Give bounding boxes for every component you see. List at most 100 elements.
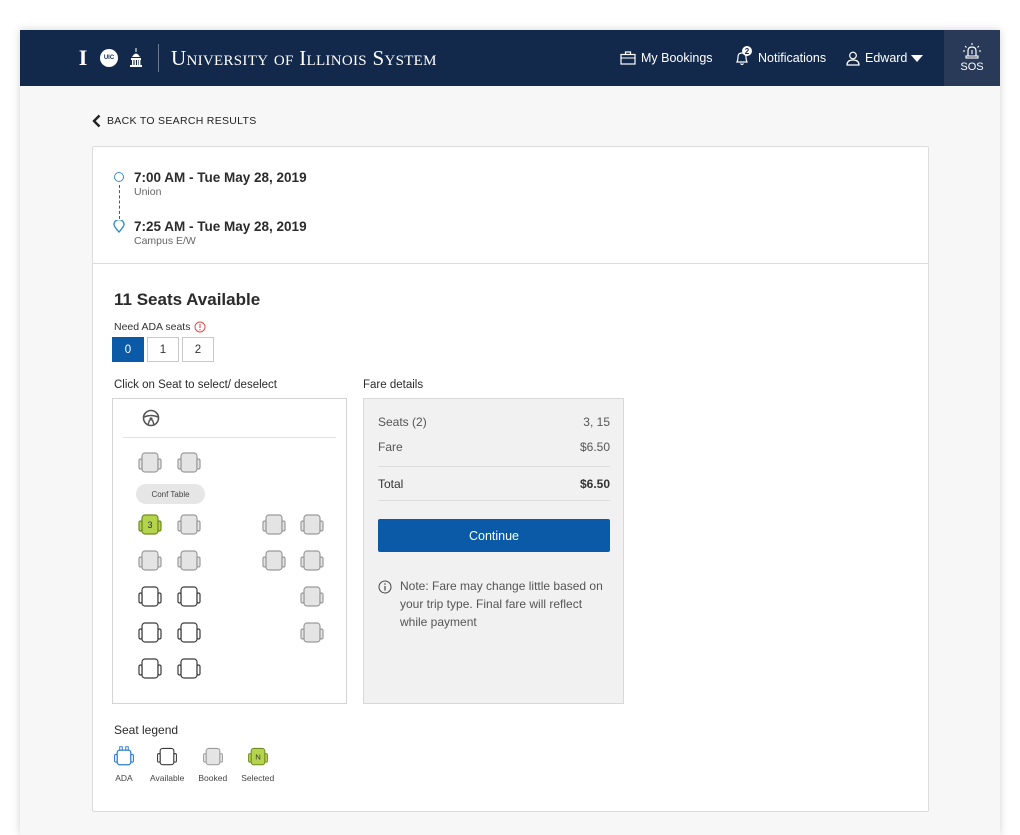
sos-button[interactable]: SOS <box>944 30 1000 86</box>
ada-option-1[interactable]: 1 <box>147 337 179 362</box>
fare-seats-label: Seats (2) <box>378 415 427 429</box>
app-window: I UIC University of Illinois System My B… <box>20 30 1000 835</box>
available-seat[interactable] <box>136 583 164 611</box>
info-alert-icon[interactable] <box>194 321 206 333</box>
seat-icon <box>138 550 162 571</box>
available-seat[interactable] <box>136 619 164 647</box>
selected-seat[interactable]: 3 <box>136 511 164 539</box>
user-name: Edward <box>865 51 908 65</box>
origin-circle-icon <box>114 172 124 182</box>
continue-button[interactable]: Continue <box>378 519 610 552</box>
selected-seat-letter: N <box>255 753 261 762</box>
selected-seat-icon: N <box>247 747 268 766</box>
uic-logo-icon: UIC <box>100 49 118 67</box>
legend-selected-label: Selected <box>241 773 275 783</box>
seat-icon <box>138 658 162 679</box>
booked-seat <box>298 583 326 611</box>
seat-icon <box>300 622 324 643</box>
available-seat[interactable] <box>136 655 164 683</box>
booking-card: 7:00 AM - Tue May 28, 2019 Union 7:25 AM… <box>92 146 929 812</box>
booked-seat <box>175 449 203 477</box>
seat-icon <box>138 452 162 473</box>
info-icon <box>378 580 392 594</box>
departure-place: Union <box>134 186 162 198</box>
legend-ada: ADA <box>112 745 136 783</box>
notifications-label: Notifications <box>758 51 827 65</box>
seat-map: Conf Table 3 <box>112 398 347 704</box>
destination-pin-icon <box>113 220 125 233</box>
sos-label: SOS <box>960 61 984 73</box>
booked-seat <box>260 547 288 575</box>
seat-legend-heading: Seat legend <box>114 723 179 737</box>
selected-seat-number: 3 <box>147 520 153 530</box>
fare-total-label: Total <box>378 477 404 491</box>
booked-seat <box>136 547 164 575</box>
notification-bell: 2 <box>734 46 755 66</box>
user-icon <box>846 51 860 66</box>
route-dotted-line <box>118 185 120 219</box>
fare-total-row: Total $6.50 <box>378 477 610 491</box>
user-menu[interactable]: Edward <box>846 30 924 86</box>
brand[interactable]: I UIC University of Illinois System <box>76 30 437 86</box>
legend-available-label: Available <box>150 773 185 783</box>
ada-option-0[interactable]: 0 <box>112 337 144 362</box>
seat-icon <box>300 550 324 571</box>
fare-total-value: $6.50 <box>579 477 610 491</box>
fare-details-panel: Seats (2) 3, 15 Fare $6.50 Total $6.50 C… <box>363 398 624 704</box>
legend-available: Available <box>150 745 184 783</box>
notifications-link[interactable]: 2 Notifications <box>734 30 826 86</box>
top-navigation-bar: I UIC University of Illinois System My B… <box>20 30 1000 86</box>
seat-legend: ADA Available Booked N Selected <box>112 745 288 783</box>
seat-icon <box>177 550 201 571</box>
fare-amount-row: Fare $6.50 <box>378 440 610 454</box>
arrival-time: 7:25 AM - Tue May 28, 2019 <box>134 219 307 234</box>
fare-seats-value: 3, 15 <box>583 415 610 429</box>
available-seat[interactable] <box>175 583 203 611</box>
fare-note: Note: Fare may change little based on yo… <box>378 577 610 631</box>
fare-note-text: Note: Fare may change little based on yo… <box>400 579 603 629</box>
seat-icon <box>300 586 324 607</box>
driver-divider <box>123 437 336 438</box>
available-seat[interactable] <box>175 655 203 683</box>
legend-ada-label: ADA <box>115 773 133 783</box>
fare-seats-row: Seats (2) 3, 15 <box>378 415 610 429</box>
my-bookings-link[interactable]: My Bookings <box>620 30 713 86</box>
ada-option-2[interactable]: 2 <box>182 337 214 362</box>
seat-icon <box>177 622 201 643</box>
booked-seat <box>260 511 288 539</box>
booked-seat <box>298 511 326 539</box>
my-bookings-label: My Bookings <box>641 51 713 65</box>
seat-icon <box>262 514 286 535</box>
available-seat[interactable] <box>175 619 203 647</box>
seat-icon <box>177 658 201 679</box>
booked-seat <box>175 547 203 575</box>
chevron-left-icon <box>92 114 101 128</box>
arrival-place: Campus E/W <box>134 235 196 247</box>
legend-booked-label: Booked <box>198 773 228 783</box>
ada-seats-label: Need ADA seats <box>114 321 206 333</box>
ada-seat-icon <box>114 746 134 766</box>
departure-stop: 7:00 AM - Tue May 28, 2019 Union <box>134 170 307 198</box>
booked-seat <box>298 547 326 575</box>
seat-map-instruction: Click on Seat to select/ deselect <box>114 379 277 391</box>
back-link-label: BACK TO SEARCH RESULTS <box>107 115 257 127</box>
trip-summary: 7:00 AM - Tue May 28, 2019 Union 7:25 AM… <box>93 147 928 264</box>
fare-divider <box>378 500 610 501</box>
departure-time: 7:00 AM - Tue May 28, 2019 <box>134 170 307 185</box>
chevron-down-icon <box>911 54 924 62</box>
back-to-search-results-link[interactable]: BACK TO SEARCH RESULTS <box>92 114 257 128</box>
fare-details-heading: Fare details <box>363 379 424 391</box>
conference-table: Conf Table <box>136 484 205 504</box>
seats-available-heading: 11 Seats Available <box>114 290 261 309</box>
ada-seat-count-selector: 0 1 2 <box>112 337 217 362</box>
legend-booked: Booked <box>198 745 227 783</box>
seat-icon <box>177 514 201 535</box>
seat-icon <box>262 550 286 571</box>
seat-icon <box>138 586 162 607</box>
steering-wheel-icon <box>142 409 160 427</box>
capitol-dome-logo-icon <box>130 48 142 67</box>
seat-icon <box>177 452 201 473</box>
arrival-stop: 7:25 AM - Tue May 28, 2019 Campus E/W <box>134 219 307 247</box>
brand-divider <box>158 44 159 72</box>
briefcase-icon <box>620 51 636 65</box>
